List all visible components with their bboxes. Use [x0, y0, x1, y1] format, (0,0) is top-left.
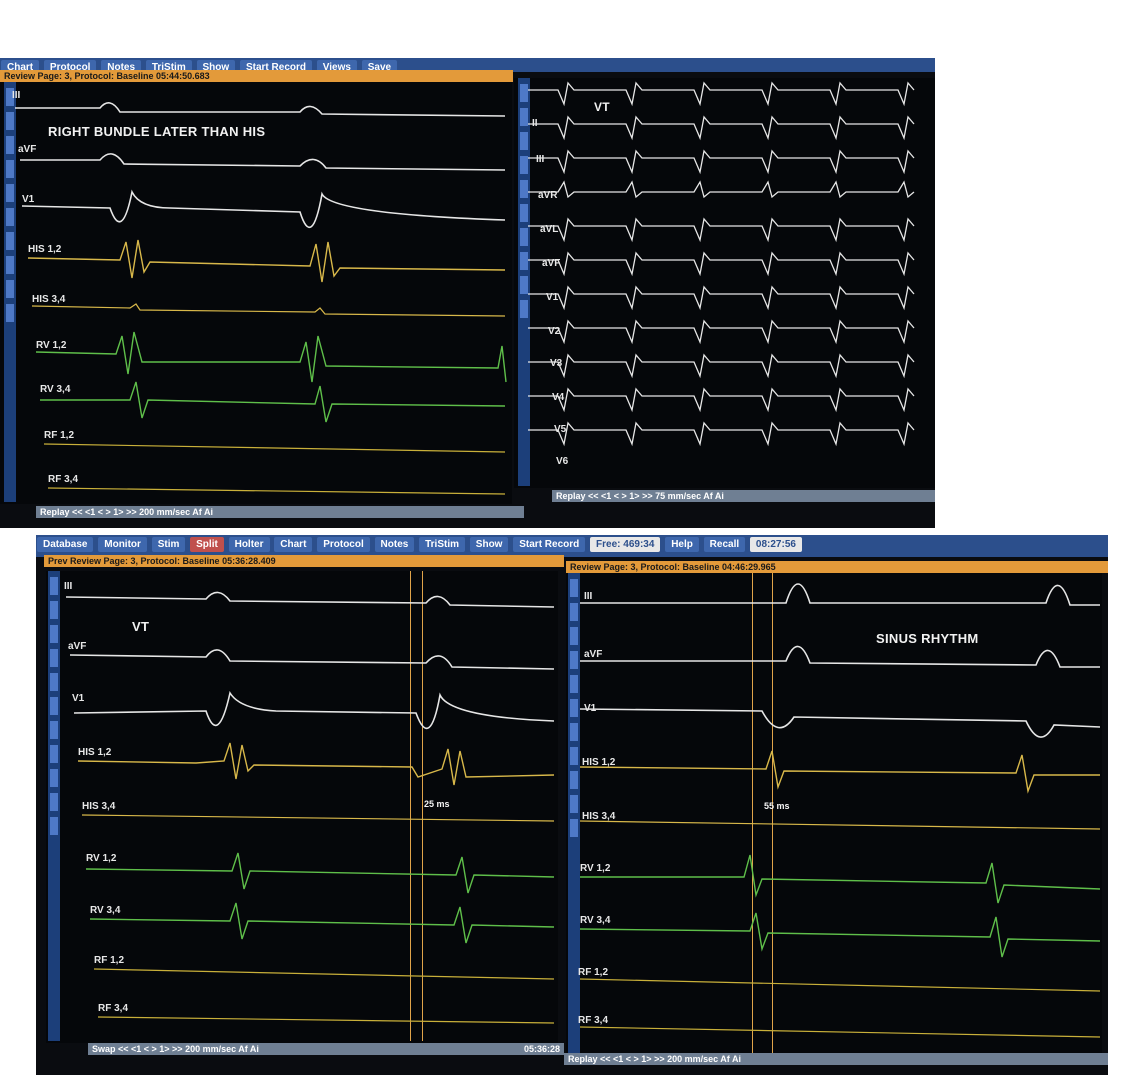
- bottom-left-title-bar: Prev Review Page: 3, Protocol: Baseline …: [44, 555, 564, 567]
- top-right-panel: VT II III aVR aVL aVF V1 V2 V3 V4 V5 V6: [514, 78, 935, 488]
- vt-lead-trace: [528, 251, 915, 277]
- toolbar-chart[interactable]: Chart: [274, 537, 313, 552]
- toolbar-split[interactable]: Split: [190, 537, 224, 552]
- bottom-right-status-bar[interactable]: Replay << <1 < > 1> >> 200 mm/sec Af Ai: [564, 1053, 1108, 1065]
- toolbar-tristim[interactable]: TriStim: [419, 537, 466, 552]
- vt-lead-trace: [528, 387, 915, 413]
- top-left-traces: [15, 102, 507, 495]
- toolbar-notes[interactable]: Notes: [374, 537, 415, 552]
- vt-lead-trace: [528, 115, 915, 141]
- bottom-toolbar[interactable]: Database Monitor Stim Split Holter Chart…: [36, 535, 1108, 557]
- toolbar-monitor[interactable]: Monitor: [98, 537, 147, 552]
- vt-lead-trace: [528, 421, 915, 447]
- top-left-title-bar: Review Page: 3, Protocol: Baseline 05:44…: [0, 70, 513, 82]
- vt-lead-trace: [528, 285, 915, 311]
- bottom-left-panel: VT 25 ms III aVF V1 HIS 1,2 HIS 3,4 RV 1…: [46, 571, 558, 1043]
- vt-lead-trace: [528, 81, 915, 107]
- toolbar-database[interactable]: Database: [37, 537, 94, 552]
- vt-lead-trace: [528, 319, 915, 345]
- top-right-12-lead-traces: [528, 81, 915, 447]
- bottom-left-traces: [65, 591, 555, 1024]
- vt-lead-trace: [528, 353, 915, 379]
- vt-lead-trace: [528, 149, 915, 175]
- toolbar-show[interactable]: Show: [469, 537, 509, 552]
- top-left-status-bar[interactable]: Replay << <1 < > 1> >> 200 mm/sec Af Ai: [36, 506, 524, 518]
- bottom-monitor-photo: Database Monitor Stim Split Holter Chart…: [36, 535, 1108, 1075]
- top-monitor-photo: Chart Protocol Notes TriStim Show Start …: [0, 58, 935, 528]
- toolbar-help[interactable]: Help: [665, 537, 699, 552]
- toolbar-stim[interactable]: Stim: [151, 537, 186, 552]
- toolbar-recall[interactable]: Recall: [703, 537, 746, 552]
- status-controls[interactable]: Swap << <1 < > 1> >> 200 mm/sec Af Ai: [92, 1044, 259, 1054]
- bottom-right-panel: SINUS RHYTHM 55 ms III aVF V1 HIS 1,2 HI…: [566, 573, 1102, 1057]
- bottom-right-traces: [579, 583, 1101, 1038]
- top-right-status-bar[interactable]: Replay << <1 < > 1> >> 75 mm/sec Af Ai: [552, 490, 935, 502]
- vt-lead-trace: [528, 217, 915, 243]
- bottom-left-status-bar[interactable]: Swap << <1 < > 1> >> 200 mm/sec Af Ai 05…: [88, 1043, 564, 1055]
- toolbar-protocol[interactable]: Protocol: [317, 537, 370, 552]
- status-time: 05:36:28: [523, 1044, 560, 1054]
- top-left-panel: RIGHT BUNDLE LATER THAN HIS III aVF V1 H…: [0, 82, 512, 504]
- bottom-right-title-bar: Review Page: 3, Protocol: Baseline 04:46…: [566, 561, 1108, 573]
- toolbar-start-record[interactable]: Start Record: [513, 537, 586, 552]
- clock-readout: 08:27:56: [749, 537, 802, 552]
- toolbar-holter[interactable]: Holter: [228, 537, 270, 552]
- free-space-readout: Free: 469:34: [590, 537, 661, 552]
- vt-lead-trace: [528, 180, 915, 199]
